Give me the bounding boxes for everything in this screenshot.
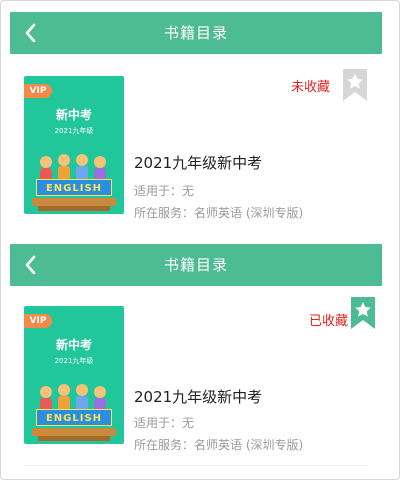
collect-status: 已收藏 bbox=[308, 314, 348, 329]
page-title: 书籍目录 bbox=[163, 256, 228, 274]
book-title[interactable]: 2021九年级新中考 bbox=[134, 386, 262, 407]
book-card[interactable]: VIP 新中考 2021九年级 ENGLISH 已收藏 2021九年级新中考 适… bbox=[10, 286, 382, 466]
book-directory-panel-collected: 书籍目录 VIP 新中考 2021九年级 ENGLISH 已收藏 2021九年级… bbox=[10, 244, 382, 466]
book-directory-panel-uncollected: 书籍目录 VIP 新中考 2021九年级 ENGLISH 未收藏 2021九年级… bbox=[10, 12, 382, 244]
cover-subtitle: 2021九年级 bbox=[54, 357, 94, 365]
cover-banner: ENGLISH bbox=[36, 179, 112, 196]
cover-subtitle: 2021九年级 bbox=[54, 127, 94, 135]
book-title[interactable]: 2021九年级新中考 bbox=[134, 152, 262, 173]
nav-header: 书籍目录 bbox=[10, 244, 382, 286]
bookmark-star-icon[interactable] bbox=[350, 296, 376, 330]
service-text: 所在服务：名师英语 (深圳专版) bbox=[134, 206, 304, 220]
vip-badge: VIP bbox=[24, 84, 52, 98]
service-text: 所在服务：名师英语 (深圳专版) bbox=[134, 438, 304, 452]
book-card[interactable]: VIP 新中考 2021九年级 ENGLISH 未收藏 2021九年级新中考 适… bbox=[10, 54, 382, 244]
bookmark-star-icon[interactable] bbox=[342, 68, 368, 102]
nav-header: 书籍目录 bbox=[10, 12, 382, 54]
applicable-text: 适用于：无 bbox=[134, 184, 195, 198]
divider bbox=[24, 465, 368, 466]
applicable-text: 适用于：无 bbox=[134, 416, 195, 430]
page-title: 书籍目录 bbox=[163, 24, 228, 42]
book-cover[interactable]: VIP 新中考 2021九年级 ENGLISH bbox=[24, 306, 124, 444]
collect-status: 未收藏 bbox=[290, 80, 330, 95]
cover-title: 新中考 bbox=[55, 338, 92, 352]
cover-title: 新中考 bbox=[55, 108, 92, 122]
vip-badge: VIP bbox=[24, 314, 52, 328]
cover-banner: ENGLISH bbox=[36, 409, 112, 426]
book-cover[interactable]: VIP 新中考 2021九年级 ENGLISH bbox=[24, 76, 124, 214]
